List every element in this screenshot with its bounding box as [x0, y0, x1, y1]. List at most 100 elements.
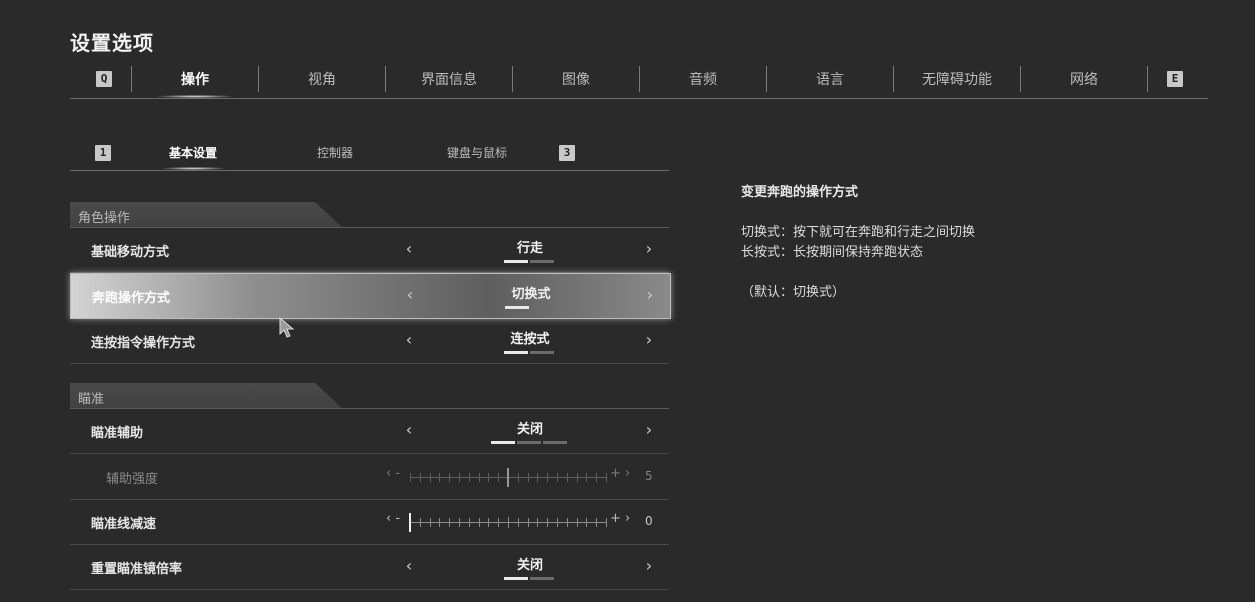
setting-label: 连按指令操作方式: [91, 336, 196, 351]
section-header-aim: 瞄准: [70, 383, 669, 409]
setting-label: 基础移动方式: [91, 245, 170, 260]
slider-thumb[interactable]: [409, 513, 411, 532]
slider-tick: [459, 473, 460, 482]
slider-tick: [488, 473, 489, 482]
setting-row-assist-strength[interactable]: 辅助强度 ‹ - + › 5: [70, 455, 669, 500]
slider-tick: [547, 473, 548, 482]
setting-value: 关闭: [516, 558, 543, 573]
slider-tick: [567, 518, 568, 527]
slider-tick: [439, 473, 440, 482]
option-pip: [530, 351, 554, 354]
subtab-controller[interactable]: 控制器: [290, 144, 380, 162]
description-line: 长按式：长按期间保持奔跑状态: [741, 245, 924, 260]
option-pip: [517, 441, 541, 444]
setting-value: 行走: [516, 241, 543, 256]
slider-tick: [596, 518, 597, 527]
slider-tick: [498, 518, 499, 527]
tab-interface[interactable]: 界面信息: [386, 68, 512, 92]
option-indicator: [504, 577, 554, 580]
slider-tick: [577, 473, 578, 482]
key-hint-q[interactable]: Q: [96, 71, 112, 87]
subtab-basic[interactable]: 基本设置: [148, 144, 238, 170]
tab-camera[interactable]: 视角: [259, 68, 385, 92]
slider-tick: [479, 473, 480, 482]
description-default: （默认：切换式）: [741, 285, 846, 300]
chevron-right-icon[interactable]: ›: [642, 239, 656, 258]
page-title: 设置选项: [70, 31, 154, 55]
chevron-right-icon[interactable]: ›: [642, 330, 656, 349]
setting-label: 辅助强度: [106, 472, 159, 487]
slider-value: 5: [645, 469, 653, 483]
slider-tick: [469, 473, 470, 482]
tab-accessibility[interactable]: 无障碍功能: [894, 68, 1020, 92]
subtab-keyboard-mouse[interactable]: 键盘与鼠标: [432, 144, 522, 162]
mouse-cursor-icon: [279, 317, 295, 338]
setting-row-run-mode[interactable]: 奔跑操作方式 ‹ 切换式 ›: [70, 273, 671, 319]
setting-label: 奔跑操作方式: [92, 291, 171, 306]
slider-tick: [606, 518, 607, 527]
main-tab-bar: Q 操作 视角 界面信息 图像 音频 语言 无障碍功能 网络 E: [70, 64, 1208, 99]
chevron-right-icon[interactable]: ›: [642, 420, 656, 439]
slider-tick: [586, 518, 587, 527]
option-pip: [505, 306, 529, 309]
option-pip: [530, 260, 554, 263]
setting-row-aim-assist[interactable]: 瞄准辅助 ‹ 关闭 ›: [70, 409, 669, 454]
setting-row-aim-slowdown[interactable]: 瞄准线减速 ‹ - + › 0: [70, 500, 669, 545]
slider-tick: [508, 517, 509, 528]
option-pip: [530, 577, 554, 580]
option-indicator: [504, 351, 554, 354]
option-indicator: [491, 441, 567, 444]
slider-tick: [449, 473, 450, 482]
setting-label: 瞄准线减速: [91, 517, 157, 532]
slider-tick: [430, 518, 431, 527]
slider-increase-icon[interactable]: + ›: [610, 466, 630, 481]
slider-tick: [469, 518, 470, 527]
tab-language[interactable]: 语言: [767, 68, 893, 92]
slider-tick: [537, 518, 538, 527]
slider-tick: [518, 518, 519, 527]
slider-tick: [420, 518, 421, 527]
tab-divider: [1147, 66, 1148, 92]
chevron-right-icon[interactable]: ›: [642, 556, 656, 575]
key-hint-e[interactable]: E: [1167, 71, 1183, 87]
setting-value: 关闭: [516, 422, 543, 437]
section-header-character: 角色操作: [70, 202, 669, 228]
tab-operation[interactable]: 操作: [132, 68, 258, 98]
slider-tick: [410, 473, 411, 482]
slider-thumb[interactable]: [507, 468, 509, 487]
option-pip: [504, 577, 528, 580]
option-pip: [531, 306, 555, 309]
slider-tick: [537, 473, 538, 482]
tab-audio[interactable]: 音频: [640, 68, 766, 92]
chevron-left-icon[interactable]: ‹: [403, 285, 417, 304]
slider-increase-icon[interactable]: + ›: [610, 511, 630, 526]
setting-row-basic-movement[interactable]: 基础移动方式 ‹ 行走 ›: [70, 228, 669, 273]
chevron-left-icon[interactable]: ‹: [402, 420, 416, 439]
chevron-right-icon[interactable]: ›: [643, 285, 657, 304]
key-hint-1[interactable]: 1: [95, 145, 111, 161]
setting-label: 重置瞄准镜倍率: [91, 562, 183, 577]
option-indicator: [505, 306, 555, 309]
setting-value: 切换式: [511, 287, 551, 302]
key-hint-3[interactable]: 3: [559, 145, 575, 161]
sub-tab-bar: 1 基本设置 控制器 键盘与鼠标 3: [70, 140, 669, 171]
slider-decrease-icon[interactable]: ‹ -: [386, 511, 400, 526]
tab-network[interactable]: 网络: [1021, 68, 1147, 92]
option-indicator: [504, 260, 554, 263]
slider-tick: [567, 473, 568, 482]
slider-tick: [420, 473, 421, 482]
section-tab-shape: [70, 383, 342, 408]
assist-strength-slider[interactable]: ‹ - + ›: [386, 466, 634, 487]
slider-tick: [498, 473, 499, 482]
aim-slowdown-slider[interactable]: ‹ - + ›: [386, 511, 634, 532]
setting-row-repeat-command[interactable]: 连按指令操作方式 ‹ 连按式 ›: [70, 319, 669, 364]
chevron-left-icon[interactable]: ‹: [402, 330, 416, 349]
slider-decrease-icon[interactable]: ‹ -: [386, 466, 400, 481]
setting-row-reset-scope-zoom[interactable]: 重置瞄准镜倍率 ‹ 关闭 ›: [70, 545, 669, 590]
description-heading: 变更奔跑的操作方式: [741, 185, 859, 200]
slider-tick: [430, 473, 431, 482]
chevron-left-icon[interactable]: ‹: [402, 239, 416, 258]
tab-graphics[interactable]: 图像: [513, 68, 639, 92]
chevron-left-icon[interactable]: ‹: [402, 556, 416, 575]
section-title: 角色操作: [78, 211, 131, 226]
